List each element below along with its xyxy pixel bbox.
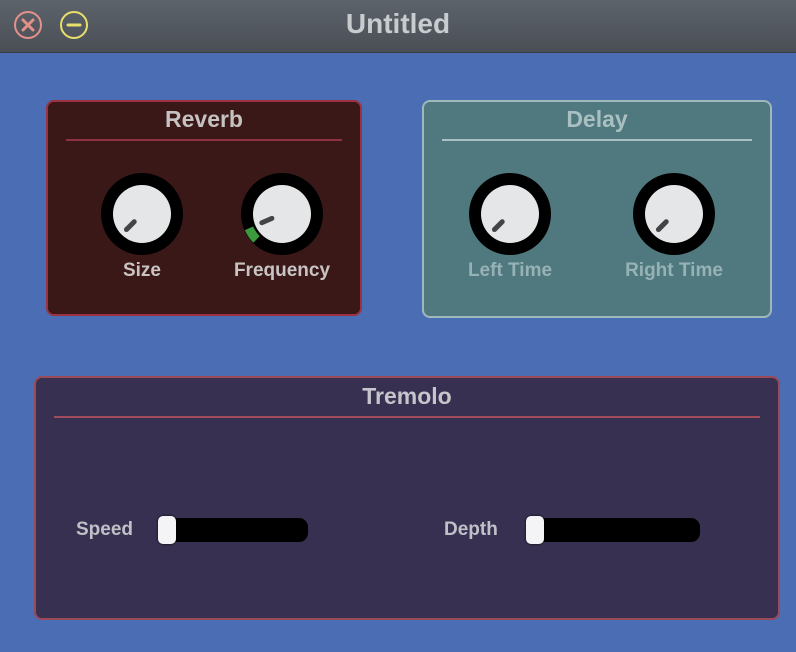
frequency-knob[interactable] — [240, 172, 324, 256]
speed-slider[interactable] — [158, 516, 308, 544]
title-bar: Untitled — [0, 0, 796, 53]
delay-divider — [442, 139, 752, 141]
speed-slider-thumb[interactable] — [158, 516, 176, 544]
right-time-knob[interactable] — [632, 172, 716, 256]
tremolo-divider — [54, 416, 760, 418]
left-time-knob-cap — [481, 185, 539, 243]
right-time-label: Right Time — [625, 260, 723, 281]
reverb-panel: Reverb Size Frequency — [46, 100, 362, 316]
speed-label: Speed — [76, 519, 134, 540]
size-knob[interactable] — [100, 172, 184, 256]
right-time-knob-cap — [645, 185, 703, 243]
left-time-knob[interactable] — [468, 172, 552, 256]
frequency-label: Frequency — [233, 260, 331, 281]
left-time-label: Left Time — [467, 260, 553, 281]
tremolo-panel: Tremolo Speed Depth — [34, 376, 780, 620]
tremolo-title: Tremolo — [362, 383, 452, 409]
depth-slider[interactable] — [526, 516, 700, 544]
frequency-knob-cap — [253, 185, 311, 243]
depth-slider-thumb[interactable] — [526, 516, 544, 544]
reverb-title: Reverb — [165, 106, 243, 132]
window-title: Untitled — [345, 8, 451, 39]
size-knob-cap — [113, 185, 171, 243]
delay-panel: Delay Left Time Right Time — [422, 100, 772, 318]
size-label: Size — [122, 260, 162, 281]
depth-label: Depth — [444, 519, 498, 540]
reverb-divider — [66, 139, 342, 141]
delay-title: Delay — [566, 106, 628, 132]
